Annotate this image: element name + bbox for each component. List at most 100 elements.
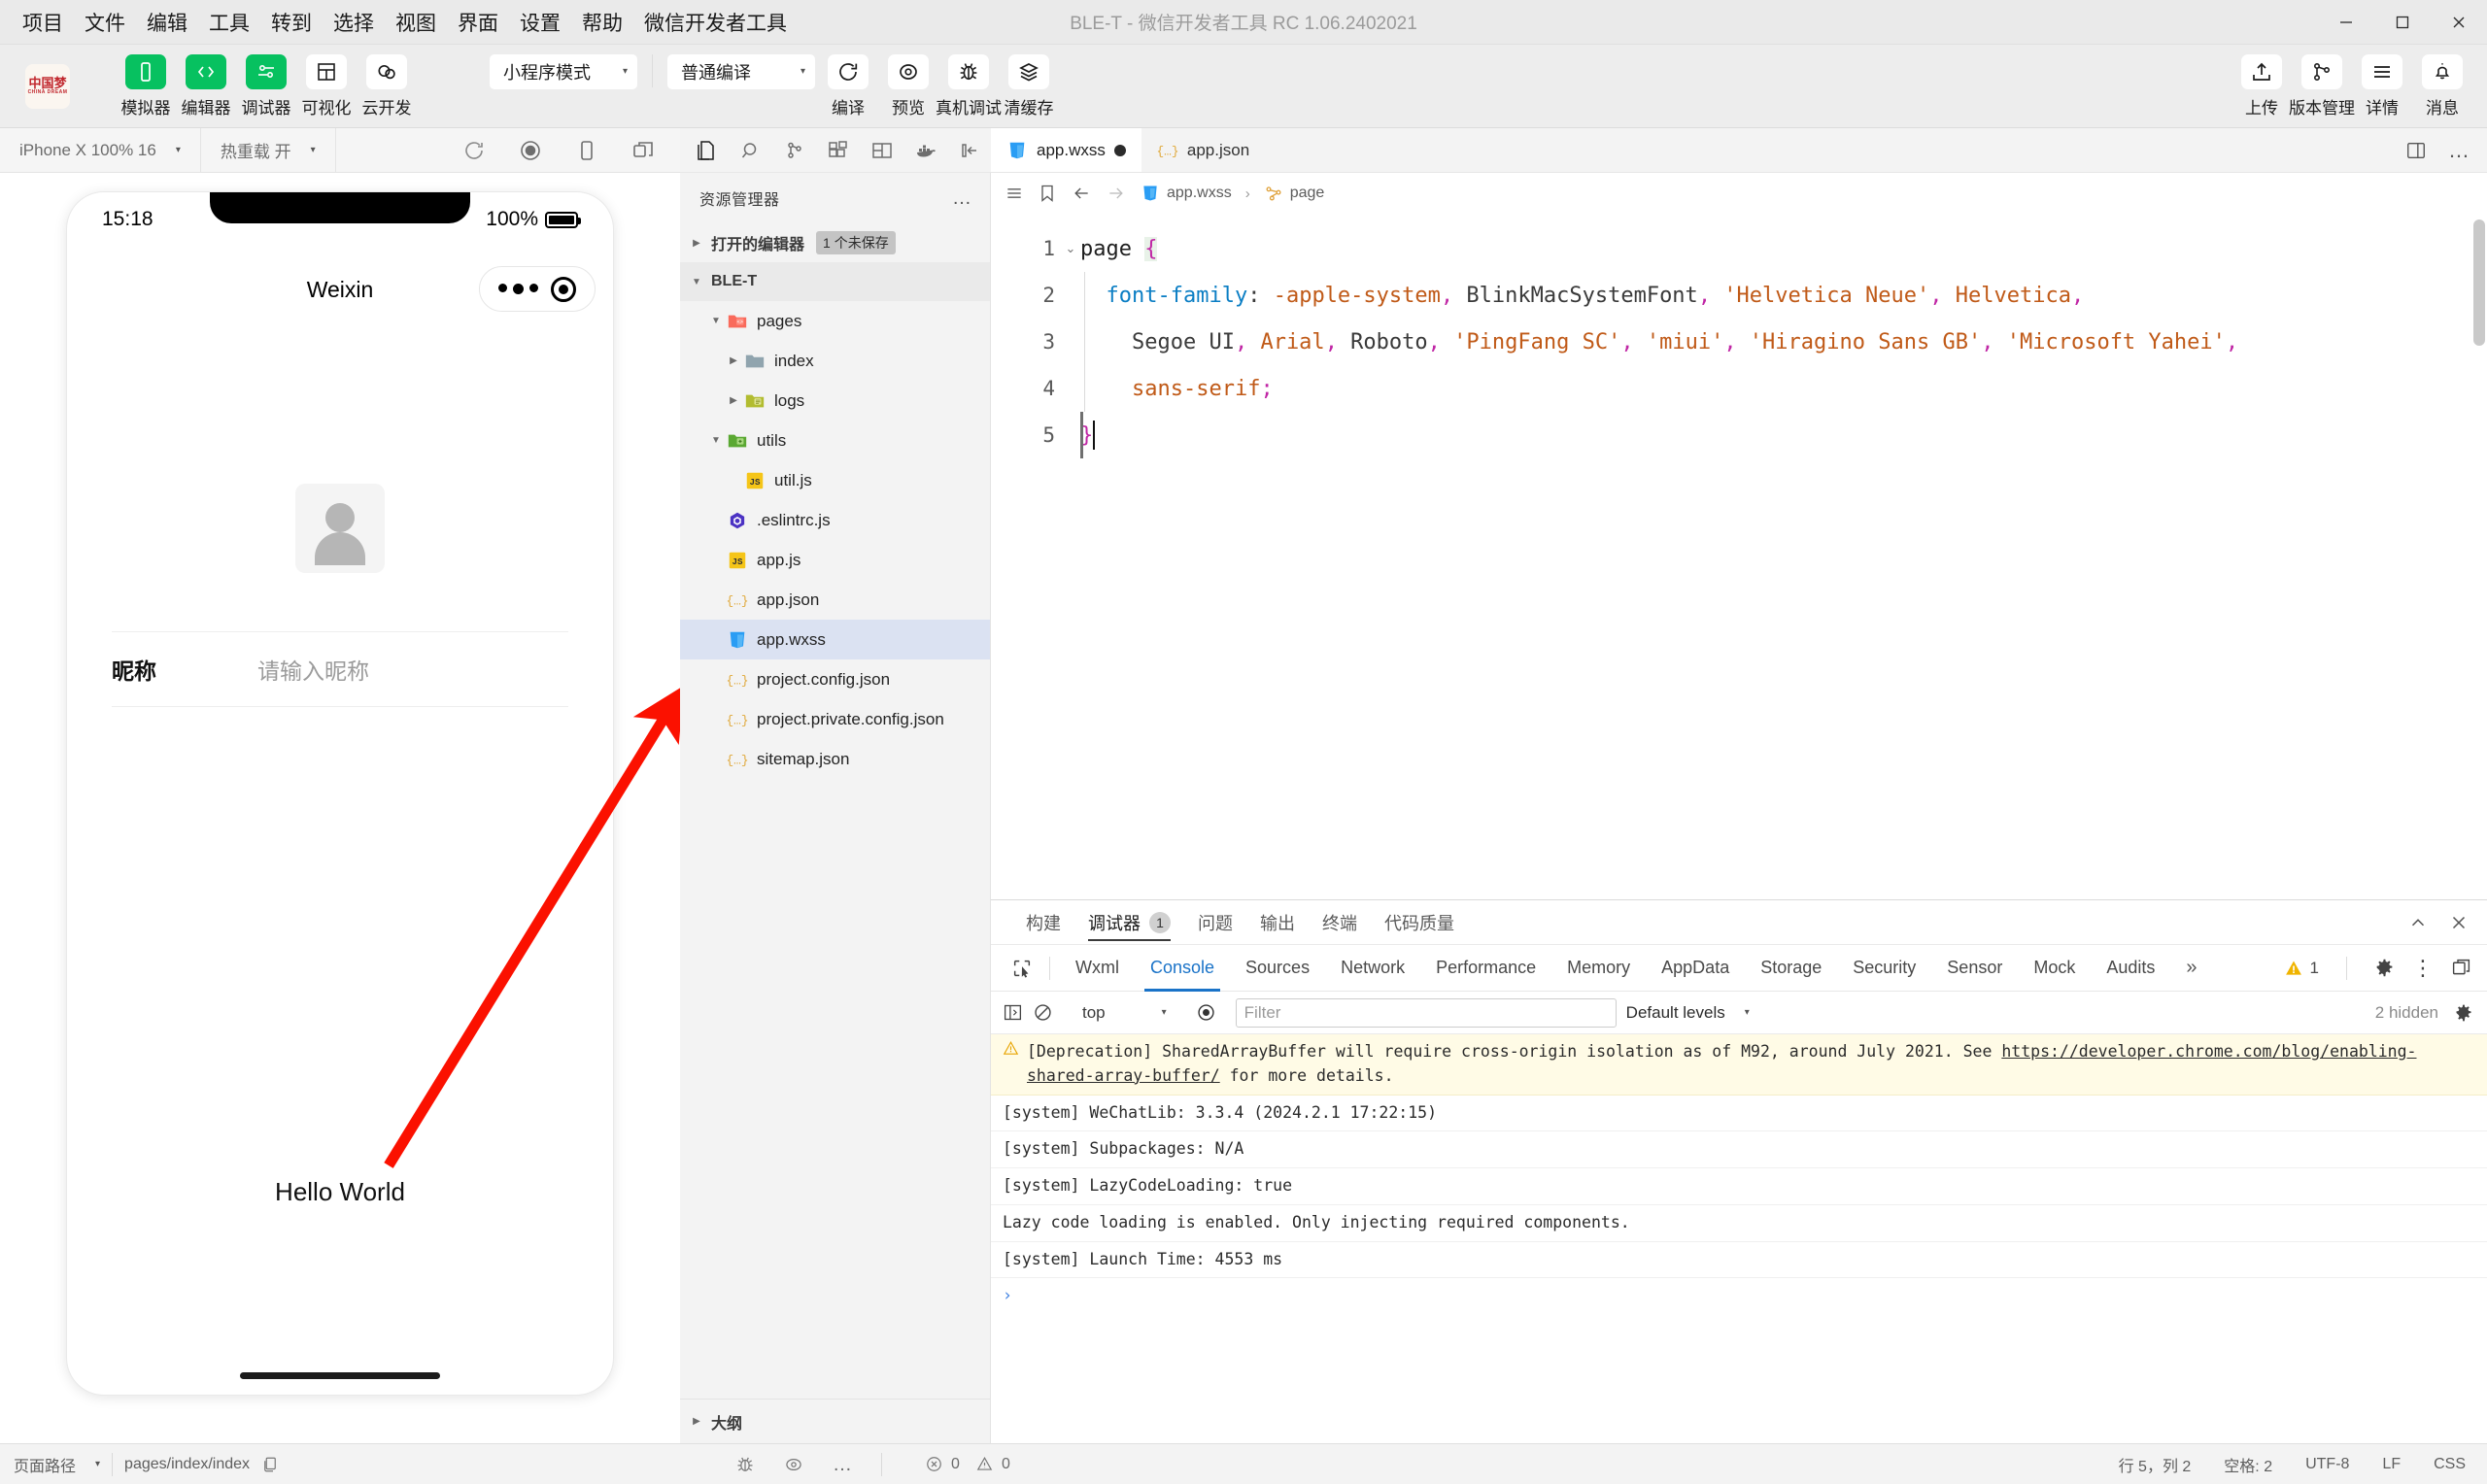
more-icon[interactable]: … — [2448, 146, 2470, 155]
devtools-tab-Audits[interactable]: Audits — [2091, 945, 2170, 992]
menu-item-1[interactable]: 文件 — [74, 4, 136, 41]
menu-item-5[interactable]: 选择 — [323, 4, 385, 41]
devtools-tab-Mock[interactable]: Mock — [2018, 945, 2091, 992]
dock-icon[interactable] — [2451, 958, 2471, 978]
bug-icon[interactable] — [735, 1455, 755, 1474]
toolbar-button-版本管理[interactable]: 版本管理 — [2295, 54, 2349, 118]
search-icon[interactable] — [730, 128, 773, 173]
clear-console-icon[interactable] — [1033, 1002, 1053, 1023]
device-select[interactable]: iPhone X 100% 16 ▾ — [0, 128, 201, 173]
docker-icon[interactable] — [903, 128, 947, 173]
menu-item-0[interactable]: 项目 — [12, 4, 74, 41]
compile-select[interactable]: 普通编译 ▾ — [667, 54, 815, 89]
eye-icon[interactable] — [784, 1455, 803, 1474]
editor-tab-app.json[interactable]: {…}app.json — [1141, 128, 1265, 172]
toolbar-button-模拟器[interactable]: 模拟器 — [119, 54, 173, 118]
menu-item-10[interactable]: 微信开发者工具 — [633, 4, 798, 41]
fold-toggle[interactable] — [1061, 365, 1080, 412]
device-rotate-icon[interactable] — [575, 139, 598, 162]
subtabs-overflow[interactable]: » — [2170, 945, 2212, 992]
close-target-icon[interactable] — [551, 277, 576, 302]
more-icon[interactable]: … — [833, 1461, 852, 1468]
bookmark-icon[interactable] — [1038, 184, 1057, 203]
refresh-icon[interactable] — [462, 139, 486, 162]
extensions-icon[interactable] — [817, 128, 861, 173]
devtools-tab-Memory[interactable]: Memory — [1551, 945, 1646, 992]
maximize-button[interactable] — [2374, 0, 2431, 45]
editor-tab-app.wxss[interactable]: app.wxss — [991, 128, 1141, 172]
problem-counts[interactable]: 0 0 — [911, 1455, 1010, 1473]
record-icon[interactable] — [519, 139, 542, 162]
devtools-tab-Security[interactable]: Security — [1837, 945, 1931, 992]
language-mode[interactable]: CSS — [2434, 1456, 2466, 1473]
devtools-tab-AppData[interactable]: AppData — [1646, 945, 1745, 992]
tree-item-app.js[interactable]: JSapp.js — [680, 540, 990, 580]
toolbar-button-详情[interactable]: 详情 — [2355, 54, 2409, 118]
fold-toggle[interactable] — [1061, 319, 1080, 365]
minimize-button[interactable] — [2318, 0, 2374, 45]
outline-section[interactable]: ▶ 大纲 — [680, 1399, 990, 1443]
console-levels-select[interactable]: Default levels ▾ — [1626, 1003, 1750, 1023]
panel-tab-调试器[interactable]: 调试器1 — [1074, 900, 1184, 945]
console-sidebar-icon[interactable] — [1003, 1002, 1023, 1023]
open-editors-section[interactable]: ▶ 打开的编辑器 1 个未保存 — [680, 223, 990, 262]
panel-tab-问题[interactable]: 问题 — [1184, 900, 1246, 945]
warning-count-chip[interactable]: 1 — [2284, 959, 2319, 978]
menu-item-2[interactable]: 编辑 — [136, 4, 198, 41]
tree-item-app.json[interactable]: {…}app.json — [680, 580, 990, 620]
panel-tab-构建[interactable]: 构建 — [1012, 900, 1074, 945]
toolbar-button-预览[interactable]: 预览 — [881, 54, 936, 118]
tree-item-.eslintrc.js[interactable]: .eslintrc.js — [680, 500, 990, 540]
editor-scrollbar[interactable] — [2473, 219, 2485, 346]
toolbar-button-上传[interactable]: 上传 — [2234, 54, 2289, 118]
menu-item-6[interactable]: 视图 — [385, 4, 447, 41]
outline-icon[interactable] — [1005, 184, 1024, 203]
fold-toggle[interactable] — [1061, 412, 1080, 458]
panel-tab-代码质量[interactable]: 代码质量 — [1371, 900, 1468, 945]
indentation[interactable]: 空格: 2 — [2224, 1453, 2272, 1476]
more-dots-icon[interactable] — [498, 284, 538, 294]
files-icon[interactable] — [686, 128, 730, 173]
detach-window-icon[interactable] — [631, 139, 655, 162]
tree-item-index[interactable]: ▶index — [680, 341, 990, 381]
toolbar-button-编辑器[interactable]: 编辑器 — [179, 54, 233, 118]
devtools-tab-Console[interactable]: Console — [1135, 945, 1230, 992]
devtools-tab-Performance[interactable]: Performance — [1420, 945, 1551, 992]
breadcrumb-symbol[interactable]: page — [1264, 184, 1325, 203]
fold-column[interactable]: ⌄ — [1061, 214, 1080, 899]
menu-item-7[interactable]: 界面 — [447, 4, 509, 41]
menu-item-4[interactable]: 转到 — [260, 4, 323, 41]
layout-icon[interactable] — [860, 128, 903, 173]
inspect-element-icon[interactable] — [1005, 958, 1039, 979]
source-control-icon[interactable] — [773, 128, 817, 173]
console-filter-input[interactable]: Filter — [1236, 998, 1617, 1028]
tree-item-utils[interactable]: ▼utils — [680, 421, 990, 460]
gear-icon[interactable] — [2374, 958, 2395, 978]
console-context-select[interactable]: top ▾ — [1073, 1003, 1176, 1023]
split-editor-icon[interactable] — [2405, 140, 2427, 161]
kebab-icon[interactable]: ⋮ — [2412, 961, 2434, 975]
devtools-tab-Storage[interactable]: Storage — [1745, 945, 1837, 992]
tree-item-app.wxss[interactable]: app.wxss — [680, 620, 990, 659]
capsule-buttons[interactable] — [479, 266, 596, 312]
tree-item-project.private.config.json[interactable]: {…}project.private.config.json — [680, 699, 990, 739]
menu-item-3[interactable]: 工具 — [198, 4, 260, 41]
encoding[interactable]: UTF-8 — [2305, 1456, 2349, 1473]
close-icon[interactable] — [2448, 912, 2470, 933]
nickname-input[interactable]: 请输入昵称 — [257, 653, 369, 686]
close-button[interactable] — [2431, 0, 2487, 45]
hot-reload-select[interactable]: 热重载 开 ▾ — [201, 128, 336, 173]
devtools-tab-Wxml[interactable]: Wxml — [1060, 945, 1135, 992]
tree-item-logs[interactable]: ▶logs — [680, 381, 990, 421]
gear-icon[interactable] — [2454, 1003, 2473, 1023]
project-root-section[interactable]: ▼ BLE-T — [680, 262, 990, 301]
console-prompt[interactable]: › — [991, 1278, 2487, 1312]
toolbar-button-消息[interactable]: 消息 — [2415, 54, 2470, 118]
mode-select[interactable]: 小程序模式 ▾ — [490, 54, 637, 89]
toolbar-button-清缓存[interactable]: 清缓存 — [1002, 54, 1056, 118]
avatar[interactable] — [295, 484, 385, 573]
toolbar-button-调试器[interactable]: 调试器 — [239, 54, 293, 118]
tree-item-project.config.json[interactable]: {…}project.config.json — [680, 659, 990, 699]
code-editor[interactable]: 12345 ⌄ page { font-family: -apple-syste… — [991, 214, 2487, 899]
devtools-tab-Network[interactable]: Network — [1325, 945, 1420, 992]
